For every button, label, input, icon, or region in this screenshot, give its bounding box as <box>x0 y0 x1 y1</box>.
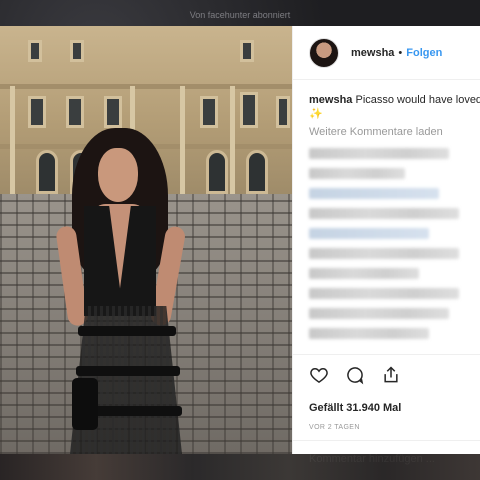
post-photo[interactable] <box>0 26 292 454</box>
comment-icon[interactable] <box>345 365 365 385</box>
blurred-comment-line <box>309 308 449 319</box>
post-header: mewsha • Folgen <box>293 26 480 80</box>
post-sidebar: mewsha • Folgen mewsha Picasso would hav… <box>292 26 480 465</box>
heart-icon[interactable] <box>309 365 329 385</box>
separator-dot: • <box>398 46 403 59</box>
caption-text: Picasso would have loved m <box>355 94 480 106</box>
post-actions <box>293 354 480 385</box>
blurred-comment-line <box>309 228 429 239</box>
background-feed-strip <box>0 454 480 480</box>
blurred-comment-line <box>309 288 459 299</box>
handbag <box>72 378 98 430</box>
post-timestamp: VOR 2 TAGEN <box>309 424 360 431</box>
likes-count[interactable]: Gefällt 31.940 Mal <box>309 402 401 414</box>
avatar[interactable] <box>309 37 339 68</box>
follow-button[interactable]: Folgen <box>406 47 442 59</box>
sparkle-emoji: ✨ <box>309 108 323 120</box>
share-icon[interactable] <box>381 365 401 385</box>
blurred-comment-line <box>309 268 419 279</box>
blurred-comments <box>293 138 480 339</box>
username-link[interactable]: mewsha <box>351 47 394 59</box>
blurred-comment-line <box>309 148 449 159</box>
post-caption: mewsha Picasso would have loved m <box>293 80 480 108</box>
blurred-comment-line <box>309 208 459 219</box>
blurred-comment-line <box>309 248 459 259</box>
load-more-comments-link[interactable]: Weitere Kommentare laden <box>293 120 480 138</box>
person-face <box>98 148 138 202</box>
caption-username[interactable]: mewsha <box>309 94 352 106</box>
blurred-comment-line <box>309 168 405 179</box>
blurred-comment-line <box>309 328 429 339</box>
post-modal: mewsha • Folgen mewsha Picasso would hav… <box>0 26 480 465</box>
blurred-comment-line <box>309 188 439 199</box>
feed-source-caption: Von facehunter abonniert <box>189 10 291 20</box>
